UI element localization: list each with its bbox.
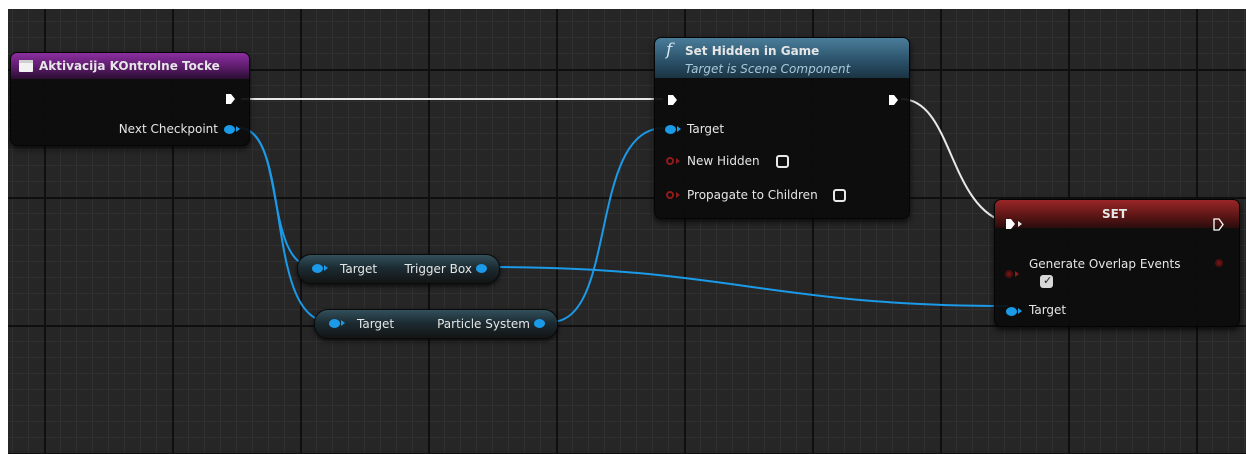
- event-node[interactable]: Aktivacija KOntrolne Tocke Next Checkpoi…: [10, 52, 250, 146]
- set-hidden-subtitle: Target is Scene Component: [685, 62, 851, 76]
- exec-output-pin[interactable]: [1213, 218, 1224, 231]
- exec-output-pin[interactable]: [888, 94, 899, 106]
- trigger-box-getter-node[interactable]: Target Trigger Box: [297, 254, 500, 284]
- set-hidden-target-pin[interactable]: [665, 125, 676, 134]
- generate-overlap-events-label: Generate Overlap Events: [1029, 257, 1181, 271]
- event-node-title: Aktivacija KOntrolne Tocke: [39, 59, 220, 73]
- object-wire-trigger-to-set-target: [491, 266, 1009, 307]
- propagate-to-children-pin[interactable]: [666, 191, 674, 199]
- new-hidden-label: New Hidden: [687, 154, 760, 168]
- set-hidden-in-game-node[interactable]: f Set Hidden in Game Target is Scene Com…: [654, 37, 910, 219]
- object-wire-checkpoint-to-particle-target: [238, 127, 331, 323]
- event-icon: [19, 60, 33, 72]
- pin-arrow-icon: [1018, 221, 1022, 227]
- pin-arrow-icon: [324, 265, 328, 271]
- trigger-box-label: Trigger Box: [404, 262, 472, 276]
- trigger-target-label: Target: [340, 262, 378, 276]
- new-hidden-checkbox[interactable]: [776, 155, 789, 168]
- particle-system-pin[interactable]: [534, 319, 545, 328]
- pin-arrow-icon: [341, 320, 345, 326]
- exec-input-pin[interactable]: [667, 94, 678, 106]
- exec-input-pin[interactable]: [1005, 218, 1016, 230]
- pin-arrow-icon: [1018, 308, 1022, 314]
- set-hidden-target-label: Target: [687, 122, 725, 136]
- set-hidden-title: Set Hidden in Game: [685, 44, 820, 58]
- pin-arrow-icon: [236, 126, 240, 132]
- particle-system-getter-node[interactable]: Target Particle System: [314, 309, 558, 339]
- generate-overlap-events-input-pin[interactable]: [1005, 270, 1013, 278]
- set-variable-node[interactable]: SET Generate Overlap Events ✓ Target: [994, 199, 1240, 327]
- exec-wire-set-hidden-to-set: [900, 98, 1009, 224]
- pin-arrow-icon: [676, 192, 680, 198]
- pin-arrow-icon: [676, 158, 680, 164]
- generate-overlap-events-output-pin[interactable]: [1215, 259, 1223, 267]
- generate-overlap-events-checkbox[interactable]: ✓: [1040, 274, 1053, 288]
- next-checkpoint-pin[interactable]: [224, 125, 235, 134]
- checkmark-icon: ✓: [1043, 274, 1053, 287]
- object-wire-checkpoint-to-trigger-target: [238, 127, 315, 268]
- exec-output-pin[interactable]: [225, 93, 236, 105]
- propagate-to-children-label: Propagate to Children: [687, 188, 818, 202]
- object-wire-particle-to-set-hidden-target: [550, 127, 665, 323]
- trigger-box-pin[interactable]: [476, 264, 487, 273]
- propagate-to-children-checkbox[interactable]: [833, 189, 846, 202]
- trigger-target-pin[interactable]: [312, 264, 323, 273]
- particle-system-label: Particle System: [437, 317, 530, 331]
- new-hidden-pin[interactable]: [666, 157, 674, 165]
- set-target-label: Target: [1029, 303, 1067, 317]
- particle-target-pin[interactable]: [329, 319, 340, 328]
- set-node-title: SET: [1102, 207, 1128, 221]
- function-icon: f: [666, 40, 673, 60]
- blueprint-graph-canvas[interactable]: Aktivacija KOntrolne Tocke Next Checkpoi…: [8, 9, 1246, 454]
- pin-arrow-icon: [677, 126, 681, 132]
- set-target-pin[interactable]: [1006, 307, 1017, 316]
- next-checkpoint-label: Next Checkpoint: [118, 122, 218, 136]
- pin-arrow-icon: [1015, 271, 1019, 277]
- particle-target-label: Target: [357, 317, 395, 331]
